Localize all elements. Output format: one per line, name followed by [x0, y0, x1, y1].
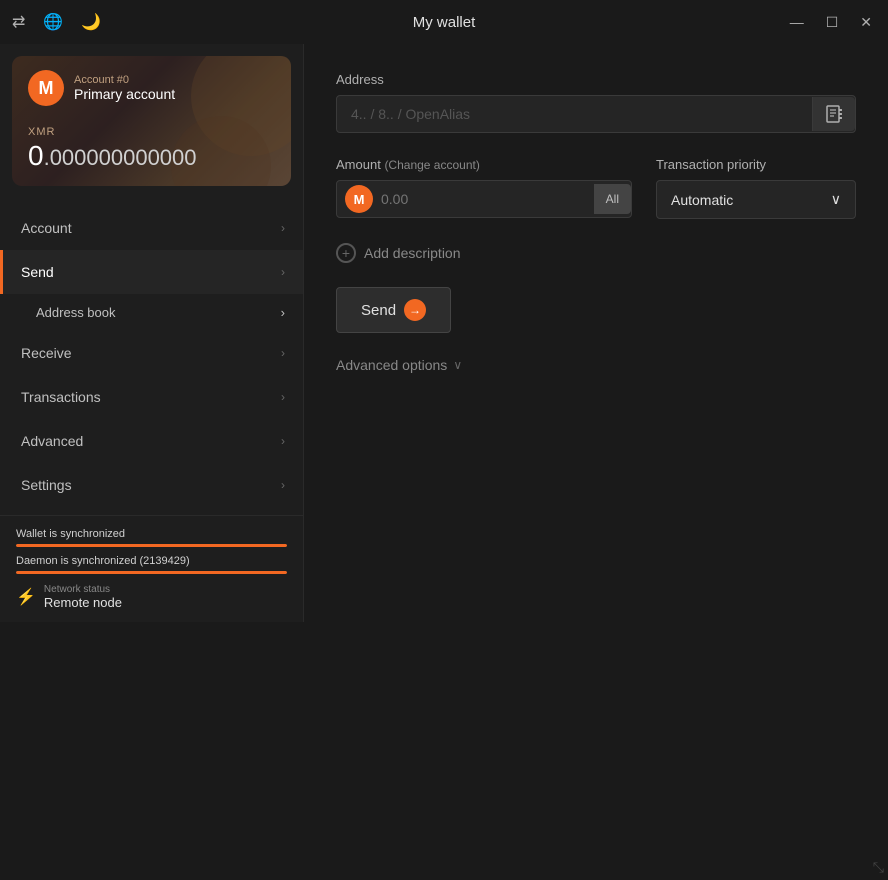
sidebar-item-transactions[interactable]: Transactions › — [0, 375, 303, 419]
moon-icon[interactable]: 🌙 — [81, 12, 101, 32]
network-status: ⚡ Network status Remote node — [16, 584, 287, 610]
address-input[interactable] — [337, 96, 812, 132]
amount-label: Amount (Change account) — [336, 157, 632, 172]
advanced-options-label: Advanced options — [336, 357, 447, 373]
chevron-right-icon: › — [281, 390, 285, 404]
wallet-sync-fill — [16, 544, 287, 547]
sidebar-item-send-label: Send — [21, 264, 54, 280]
add-description-label: Add description — [364, 245, 461, 261]
maximize-button[interactable]: ☐ — [822, 10, 843, 35]
wallet-sync-item: Wallet is synchronized — [16, 528, 287, 547]
amount-input[interactable] — [381, 181, 594, 217]
all-button[interactable]: All — [594, 184, 631, 214]
chevron-right-icon: › — [281, 434, 285, 448]
chevron-right-icon: › — [281, 305, 285, 320]
sidebar-item-settings[interactable]: Settings › — [0, 463, 303, 507]
sidebar-item-account-label: Account — [21, 220, 72, 236]
account-name: Primary account — [74, 86, 175, 102]
sidebar-item-address-book[interactable]: Address book › — [0, 294, 303, 331]
bolt-icon: ⚡ — [16, 587, 36, 607]
daemon-sync-fill — [16, 571, 287, 574]
address-book-icon — [825, 105, 843, 123]
chevron-right-icon: › — [281, 478, 285, 492]
daemon-sync-item: Daemon is synchronized (2139429) — [16, 555, 287, 574]
priority-label: Transaction priority — [656, 157, 856, 172]
titlebar: ⇄ 🌐 🌙 My wallet — ☐ ✕ — [0, 0, 888, 44]
send-button[interactable]: Send → — [336, 287, 451, 333]
send-button-label: Send — [361, 302, 396, 319]
network-info: Network status Remote node — [44, 584, 122, 610]
chevron-down-icon: ∨ — [453, 358, 462, 372]
address-input-wrapper — [336, 95, 856, 133]
account-header: M Account #0 Primary account — [28, 70, 275, 106]
main-content: Address — [304, 44, 888, 622]
amount-input-wrapper: M All — [336, 180, 632, 218]
close-button[interactable]: ✕ — [856, 10, 876, 35]
monero-logo: M — [28, 70, 64, 106]
chevron-right-icon: › — [281, 265, 285, 279]
sidebar-item-receive[interactable]: Receive › — [0, 331, 303, 375]
amount-priority-row: Amount (Change account) M All Transactio… — [336, 157, 856, 219]
account-balance: XMR 0.000000000000 — [28, 122, 275, 172]
balance-decimal: .000000000000 — [44, 145, 197, 170]
advanced-options[interactable]: Advanced options ∨ — [336, 357, 856, 373]
address-book-button[interactable] — [812, 97, 855, 131]
balance-integer: 0 — [28, 140, 44, 171]
chevron-down-icon: ∨ — [831, 191, 841, 208]
add-description-icon: + — [336, 243, 356, 263]
sidebar-footer: Wallet is synchronized Daemon is synchro… — [0, 515, 303, 622]
daemon-sync-label: Daemon is synchronized (2139429) — [16, 555, 287, 567]
nav-items: Account › Send › Address book › Receive … — [0, 198, 303, 515]
sidebar-item-transactions-label: Transactions — [21, 389, 101, 405]
sidebar-item-send[interactable]: Send › — [0, 250, 303, 294]
chevron-right-icon: › — [281, 346, 285, 360]
sidebar-item-advanced-label: Advanced — [21, 433, 83, 449]
daemon-sync-bar — [16, 571, 287, 574]
balance-amount: 0.000000000000 — [28, 140, 275, 172]
priority-select[interactable]: Automatic ∨ — [656, 180, 856, 219]
wallet-sync-bar — [16, 544, 287, 547]
window-controls: — ☐ ✕ — [786, 10, 876, 35]
resize-handle[interactable]: ⤡ — [873, 859, 884, 876]
transfer-icon[interactable]: ⇄ — [12, 12, 25, 32]
minimize-button[interactable]: — — [786, 10, 808, 34]
sidebar-item-address-book-label: Address book — [36, 305, 116, 320]
priority-group: Transaction priority Automatic ∨ — [656, 157, 856, 219]
account-number: Account #0 — [74, 74, 175, 86]
titlebar-left-icons: ⇄ 🌐 🌙 — [12, 12, 101, 32]
network-value: Remote node — [44, 595, 122, 610]
monero-icon-small: M — [345, 185, 373, 213]
sidebar-item-advanced[interactable]: Advanced › — [0, 419, 303, 463]
priority-value: Automatic — [671, 192, 733, 208]
globe-icon[interactable]: 🌐 — [43, 12, 63, 32]
chevron-right-icon: › — [281, 221, 285, 235]
change-account-link[interactable]: (Change account) — [384, 158, 479, 172]
sidebar-item-account[interactable]: Account › — [0, 206, 303, 250]
account-card: M Account #0 Primary account XMR 0.00000… — [12, 56, 291, 186]
send-arrow-icon: → — [404, 299, 426, 321]
sidebar-item-receive-label: Receive — [21, 345, 72, 361]
sidebar: M Account #0 Primary account XMR 0.00000… — [0, 44, 304, 622]
wallet-sync-label: Wallet is synchronized — [16, 528, 287, 540]
network-label: Network status — [44, 584, 122, 595]
app-body: M Account #0 Primary account XMR 0.00000… — [0, 44, 888, 622]
add-description[interactable]: + Add description — [336, 243, 856, 263]
address-label: Address — [336, 72, 856, 87]
sidebar-item-settings-label: Settings — [21, 477, 72, 493]
amount-group: Amount (Change account) M All — [336, 157, 632, 218]
account-info: Account #0 Primary account — [74, 74, 175, 102]
window-title: My wallet — [413, 14, 476, 31]
balance-label: XMR — [28, 126, 55, 138]
